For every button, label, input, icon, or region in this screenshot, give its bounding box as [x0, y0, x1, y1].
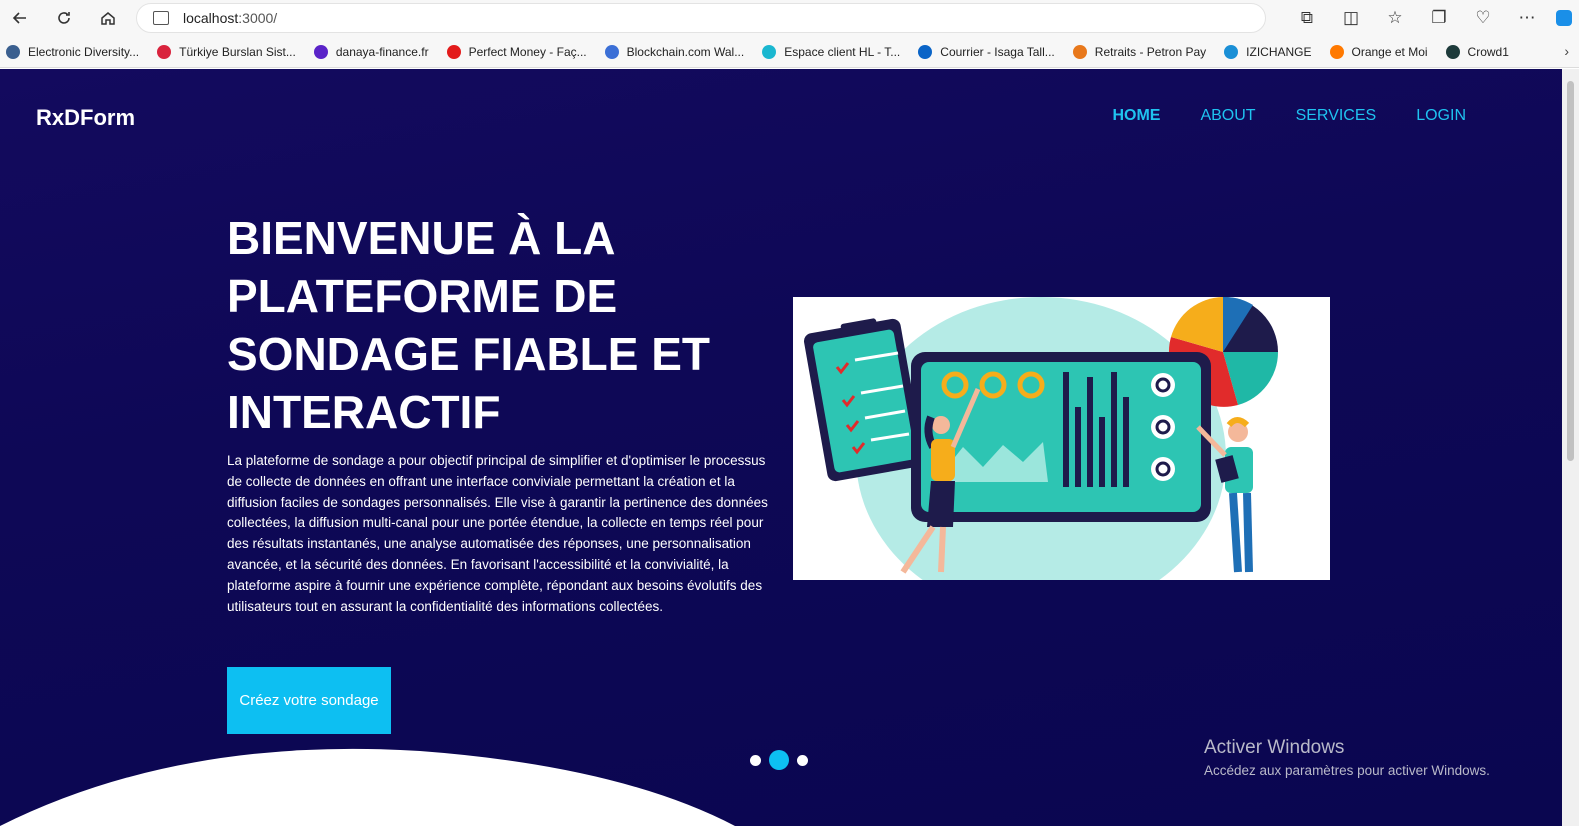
page-scrollbar[interactable] [1562, 69, 1579, 826]
bookmarks-overflow-icon[interactable]: › [1564, 43, 1569, 59]
bookmark-label: Espace client HL - T... [784, 44, 901, 59]
bookmark-favicon-icon [313, 44, 328, 59]
split-screen-icon[interactable]: ◫ [1329, 2, 1373, 34]
bookmark-favicon-icon [1329, 44, 1344, 59]
bookmark-label: Crowd1 [1467, 44, 1509, 59]
bookmark-item[interactable]: danaya-finance.fr [313, 44, 429, 59]
browser-essentials-icon[interactable]: ♡ [1461, 2, 1505, 34]
scrollbar-thumb[interactable] [1567, 81, 1574, 461]
bookmark-label: Electronic Diversity... [28, 44, 140, 59]
bookmark-item[interactable]: Retraits - Petron Pay [1072, 44, 1207, 59]
url-path: :3000/ [238, 10, 278, 26]
url-text: localhost:3000/ [183, 10, 277, 26]
bookmark-favicon-icon [918, 44, 933, 59]
bookmark-favicon-icon [6, 44, 20, 59]
watermark-title: Activer Windows [1204, 737, 1345, 758]
site-info-icon[interactable] [153, 11, 169, 25]
bookmark-item[interactable]: IZICHANGE [1224, 44, 1312, 59]
address-bar[interactable]: localhost:3000/ [136, 3, 1266, 33]
favorites-icon[interactable]: ☆ [1373, 2, 1417, 34]
bookmark-item[interactable]: Blockchain.com Wal... [604, 44, 745, 59]
bookmark-label: Perfect Money - Faç... [468, 44, 587, 59]
nav-home[interactable]: HOME [1112, 107, 1160, 125]
bookmark-item[interactable]: Crowd1 [1445, 44, 1509, 59]
bookmark-favicon-icon [604, 44, 619, 59]
bookmark-label: Türkiye Burslan Sist... [179, 44, 296, 59]
nav-about[interactable]: ABOUT [1200, 107, 1255, 125]
bookmark-label: Orange et Moi [1351, 44, 1428, 59]
hero-section: RxDForm HOME ABOUT SERVICES LOGIN BIENVE… [0, 69, 1562, 826]
copilot-icon[interactable] [1549, 2, 1579, 34]
collections-icon[interactable]: ❐ [1417, 2, 1461, 34]
bookmark-label: danaya-finance.fr [335, 44, 429, 59]
bookmark-favicon-icon [157, 44, 172, 59]
watermark-subtitle: Accédez aux paramètres pour activer Wind… [1204, 763, 1490, 778]
bookmark-favicon-icon [762, 44, 777, 59]
bottom-wave [0, 748, 735, 826]
nav-services[interactable]: SERVICES [1296, 107, 1377, 125]
bookmark-item[interactable]: Türkiye Burslan Sist... [157, 44, 296, 59]
bookmark-label: Blockchain.com Wal... [626, 44, 745, 59]
bookmark-item[interactable]: Espace client HL - T... [762, 44, 901, 59]
back-icon[interactable] [4, 2, 36, 34]
windows-activation-watermark: Activer Windows Accédez aux paramètres p… [1204, 737, 1490, 778]
bookmark-label: IZICHANGE [1246, 44, 1312, 59]
nav-login[interactable]: LOGIN [1416, 107, 1466, 125]
bookmark-label: Retraits - Petron Pay [1094, 44, 1207, 59]
bookmark-favicon-icon [1072, 44, 1087, 59]
hero-description: La plateforme de sondage a pour objectif… [227, 453, 768, 614]
bookmark-item[interactable]: Perfect Money - Faç... [446, 44, 587, 59]
browser-tools: ⧉ ◫ ☆ ❐ ♡ ⋯ [1285, 0, 1579, 36]
browser-toolbar: localhost:3000/ ⧉ ◫ ☆ ❐ ♡ ⋯ [0, 0, 1579, 36]
url-host: localhost [183, 10, 239, 26]
bookmark-favicon-icon [446, 44, 461, 59]
reload-icon[interactable] [48, 2, 80, 34]
home-icon[interactable] [92, 2, 124, 34]
bookmark-item[interactable]: Electronic Diversity... [6, 44, 140, 59]
analytics-illustration-icon [803, 297, 1278, 580]
create-survey-button[interactable]: Créez votre sondage [227, 667, 391, 734]
site-logo[interactable]: RxDForm [36, 105, 135, 131]
more-menu-icon[interactable]: ⋯ [1505, 2, 1549, 34]
bookmark-favicon-icon [1445, 44, 1460, 59]
bookmarks-bar: Electronic Diversity... Türkiye Burslan S… [0, 36, 1579, 68]
slider-dot-active[interactable] [769, 750, 789, 770]
hero-illustration [793, 297, 1330, 580]
hero-title: BIENVENUE À LA PLATEFORME DE SONDAGE FIA… [227, 212, 711, 438]
main-nav: HOME ABOUT SERVICES LOGIN [1112, 107, 1466, 125]
bookmark-favicon-icon [1224, 44, 1239, 59]
extensions-icon[interactable]: ⧉ [1285, 2, 1329, 34]
bookmark-item[interactable]: Orange et Moi [1329, 44, 1428, 59]
bookmark-label: Courrier - Isaga Tall... [940, 44, 1055, 59]
slider-dot[interactable] [797, 754, 808, 766]
bookmark-item[interactable]: Courrier - Isaga Tall... [918, 44, 1055, 59]
